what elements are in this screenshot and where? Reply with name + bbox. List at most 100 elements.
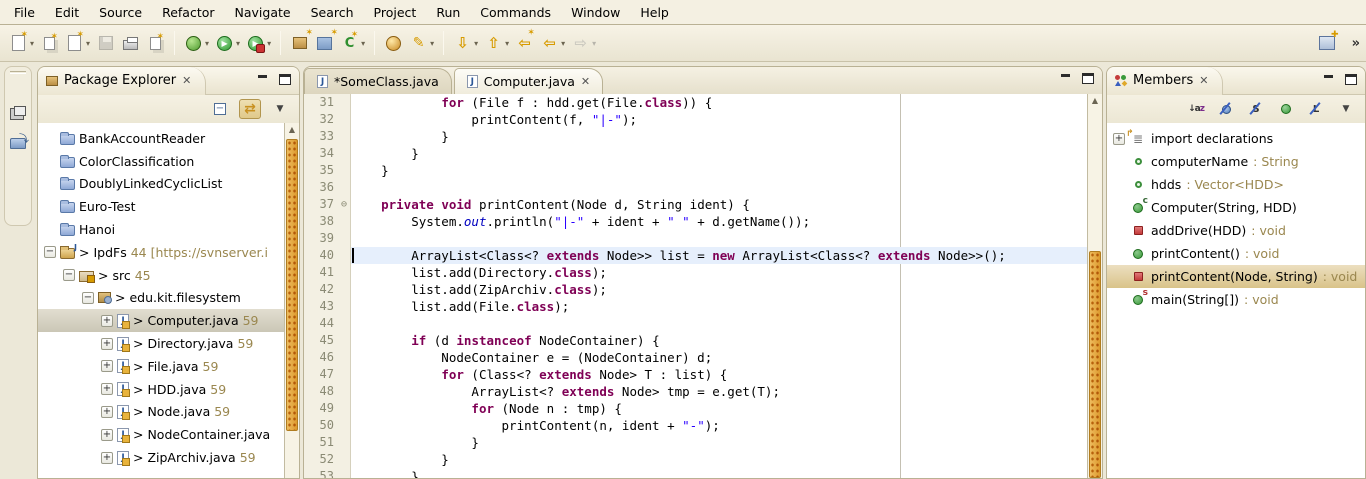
previous-annotation-button[interactable]: ⇧▾ bbox=[481, 31, 512, 56]
debug-button[interactable]: ▾ bbox=[181, 31, 212, 56]
expander-minus-icon[interactable]: − bbox=[63, 269, 75, 281]
code-line[interactable]: 52 } bbox=[304, 451, 1087, 468]
member-row[interactable]: printContent(Node, String) : void bbox=[1107, 265, 1365, 288]
scrollbar-thumb[interactable] bbox=[286, 139, 298, 431]
code-line[interactable]: 47 for (Class<? extends Node> T : list) … bbox=[304, 366, 1087, 383]
code-editor[interactable]: 31 for (File f : hdd.get(File.class)) {3… bbox=[304, 94, 1102, 478]
member-row[interactable]: smain(String[]) : void bbox=[1107, 288, 1365, 311]
menu-navigate[interactable]: Navigate bbox=[225, 2, 301, 23]
member-row[interactable]: +≣import declarations bbox=[1107, 127, 1365, 150]
tree-row[interactable]: Euro-Test bbox=[38, 195, 284, 218]
menu-refactor[interactable]: Refactor bbox=[152, 2, 224, 23]
tree-row[interactable]: Hanoi bbox=[38, 218, 284, 241]
link-with-editor-button[interactable]: ⇄ bbox=[239, 99, 261, 119]
new-wizard-button[interactable] bbox=[37, 31, 62, 56]
maximize-button[interactable] bbox=[1345, 74, 1357, 85]
view-menu-button[interactable]: ▼ bbox=[269, 99, 291, 119]
code-line[interactable]: 33 } bbox=[304, 128, 1087, 145]
member-row[interactable]: computerName : String bbox=[1107, 150, 1365, 173]
minimize-button[interactable] bbox=[1323, 74, 1335, 85]
hide-static-members-button[interactable]: S bbox=[1245, 99, 1267, 119]
run-last-button[interactable]: ▶▾ bbox=[243, 31, 274, 56]
save-button[interactable] bbox=[93, 31, 118, 56]
tree-row[interactable]: +J> Node.java59 bbox=[38, 401, 284, 424]
member-row[interactable]: cComputer(String, HDD) bbox=[1107, 196, 1365, 219]
menu-project[interactable]: Project bbox=[364, 2, 427, 23]
editor-tab-computerjava[interactable]: JComputer.java✕ bbox=[454, 68, 603, 94]
restore-views-icon[interactable] bbox=[14, 106, 26, 116]
minimize-button[interactable] bbox=[257, 74, 269, 85]
expander-plus-icon[interactable]: + bbox=[101, 452, 113, 464]
new-class-button[interactable]: C▾ bbox=[337, 31, 368, 56]
new-button[interactable]: ▾ bbox=[6, 31, 37, 56]
expander-plus-icon[interactable]: + bbox=[101, 429, 113, 441]
close-icon[interactable]: ✕ bbox=[182, 74, 191, 87]
tree-row[interactable]: −> edu.kit.filesystem bbox=[38, 287, 284, 310]
tree-scrollbar[interactable]: ▲ bbox=[284, 123, 299, 478]
tree-row[interactable]: ColorClassification bbox=[38, 150, 284, 173]
code-line[interactable]: 36 bbox=[304, 179, 1087, 196]
open-resource-icon[interactable] bbox=[10, 138, 26, 149]
code-line[interactable]: 41 list.add(Directory.class); bbox=[304, 264, 1087, 281]
compare-button[interactable] bbox=[143, 31, 168, 56]
menu-search[interactable]: Search bbox=[301, 2, 364, 23]
menu-source[interactable]: Source bbox=[89, 2, 152, 23]
tree-row[interactable]: DoublyLinkedCyclicList bbox=[38, 173, 284, 196]
member-row[interactable]: hdds : Vector<HDD> bbox=[1107, 173, 1365, 196]
menu-file[interactable]: File bbox=[4, 2, 45, 23]
tree-row[interactable]: −> src45 bbox=[38, 264, 284, 287]
collapse-all-button[interactable]: − bbox=[209, 99, 231, 119]
maximize-button[interactable] bbox=[1082, 73, 1094, 84]
expander-plus-icon[interactable]: + bbox=[101, 406, 113, 418]
tree-row[interactable]: BankAccountReader bbox=[38, 127, 284, 150]
new-file-button[interactable]: ▾ bbox=[62, 31, 93, 56]
dropdown-arrow-icon[interactable]: ▾ bbox=[204, 39, 209, 48]
next-annotation-button[interactable]: ⇩▾ bbox=[450, 31, 481, 56]
drag-handle[interactable] bbox=[10, 71, 26, 74]
view-menu-button[interactable]: ▼ bbox=[1335, 99, 1357, 119]
code-line[interactable]: 42 list.add(ZipArchiv.class); bbox=[304, 281, 1087, 298]
dropdown-arrow-icon[interactable]: ▾ bbox=[429, 39, 434, 48]
member-row[interactable]: addDrive(HDD) : void bbox=[1107, 219, 1365, 242]
code-line[interactable]: 50 printContent(n, ident + "-"); bbox=[304, 417, 1087, 434]
expander-plus-icon[interactable]: + bbox=[101, 383, 113, 395]
hide-local-types-button[interactable]: L bbox=[1305, 99, 1327, 119]
dropdown-arrow-icon[interactable]: ▾ bbox=[560, 39, 565, 48]
package-explorer-tab[interactable]: Package Explorer ✕ bbox=[38, 67, 206, 95]
code-line[interactable]: 53 } bbox=[304, 468, 1087, 478]
dropdown-arrow-icon[interactable]: ▾ bbox=[29, 39, 34, 48]
dropdown-arrow-icon[interactable]: ▾ bbox=[591, 39, 596, 48]
expander-plus-icon[interactable]: + bbox=[101, 338, 113, 350]
code-line[interactable]: 40 ArrayList<Class<? extends Node>> list… bbox=[304, 247, 1087, 264]
tree-row[interactable]: +J> ZipArchiv.java59 bbox=[38, 446, 284, 469]
menu-window[interactable]: Window bbox=[561, 2, 630, 23]
code-line[interactable]: 44 bbox=[304, 315, 1087, 332]
code-line[interactable]: 43 list.add(File.class); bbox=[304, 298, 1087, 315]
code-line[interactable]: 45 if (d instanceof NodeContainer) { bbox=[304, 332, 1087, 349]
code-line[interactable]: 51 } bbox=[304, 434, 1087, 451]
dropdown-arrow-icon[interactable]: ▾ bbox=[473, 39, 478, 48]
open-type-button[interactable] bbox=[381, 31, 406, 56]
hide-fields-button[interactable] bbox=[1215, 99, 1237, 119]
menu-help[interactable]: Help bbox=[630, 2, 679, 23]
menu-run[interactable]: Run bbox=[426, 2, 470, 23]
new-java-project-button[interactable] bbox=[287, 31, 312, 56]
code-line[interactable]: 37⊖ private void printContent(Node d, St… bbox=[304, 196, 1087, 213]
expander-plus-icon[interactable]: + bbox=[1113, 133, 1125, 145]
tree-row[interactable]: −> IpdFs44 [https://svnserver.i bbox=[38, 241, 284, 264]
run-button[interactable]: ▶▾ bbox=[212, 31, 243, 56]
code-line[interactable]: 48 ArrayList<? extends Node> tmp = e.get… bbox=[304, 383, 1087, 400]
search-button[interactable]: ✎▾ bbox=[406, 31, 437, 56]
expander-minus-icon[interactable]: − bbox=[82, 292, 94, 304]
back-button[interactable]: ⇦▾ bbox=[537, 31, 568, 56]
scroll-up-icon[interactable]: ▲ bbox=[285, 123, 299, 137]
sort-button[interactable]: ↓az bbox=[1185, 99, 1207, 119]
editor-scrollbar[interactable]: ▲ bbox=[1087, 94, 1102, 478]
code-line[interactable]: 39 bbox=[304, 230, 1087, 247]
tree-row[interactable]: +J> Computer.java59 bbox=[38, 309, 284, 332]
scrollbar-thumb[interactable] bbox=[1089, 251, 1101, 478]
fold-collapse-icon[interactable]: ⊖ bbox=[338, 196, 351, 213]
dropdown-arrow-icon[interactable]: ▾ bbox=[85, 39, 90, 48]
members-tab[interactable]: Members ✕ bbox=[1107, 67, 1223, 95]
code-line[interactable]: 49 for (Node n : tmp) { bbox=[304, 400, 1087, 417]
